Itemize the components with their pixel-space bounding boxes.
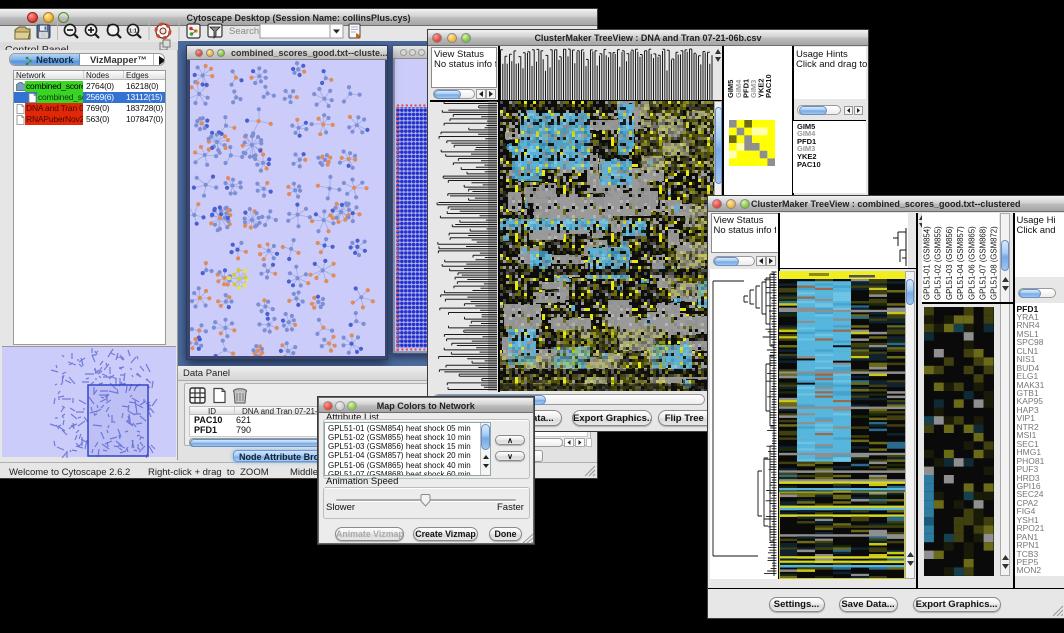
svg-text:GPL51-04 (GSM857): GPL51-04 (GSM857) bbox=[956, 226, 965, 300]
svg-text:1:1: 1:1 bbox=[129, 29, 137, 35]
svg-text:GPL51-03 (GSM856): GPL51-03 (GSM856) bbox=[945, 226, 954, 300]
svg-text:Search:: Search: bbox=[229, 26, 262, 37]
svg-text:GPL51-06 (GSM865): GPL51-06 (GSM865) bbox=[967, 226, 976, 300]
svg-text:GPL51-01 (GSM854): GPL51-01 (GSM854) bbox=[923, 226, 932, 300]
svg-text:GPL51-02 (GSM855): GPL51-02 (GSM855) bbox=[934, 226, 943, 300]
svg-text:PAC10: PAC10 bbox=[764, 74, 773, 98]
svg-text:GPL51-08 (GSM872): GPL51-08 (GSM872) bbox=[990, 226, 999, 300]
svg-text:GPL51-07 (GSM868): GPL51-07 (GSM868) bbox=[979, 226, 988, 300]
